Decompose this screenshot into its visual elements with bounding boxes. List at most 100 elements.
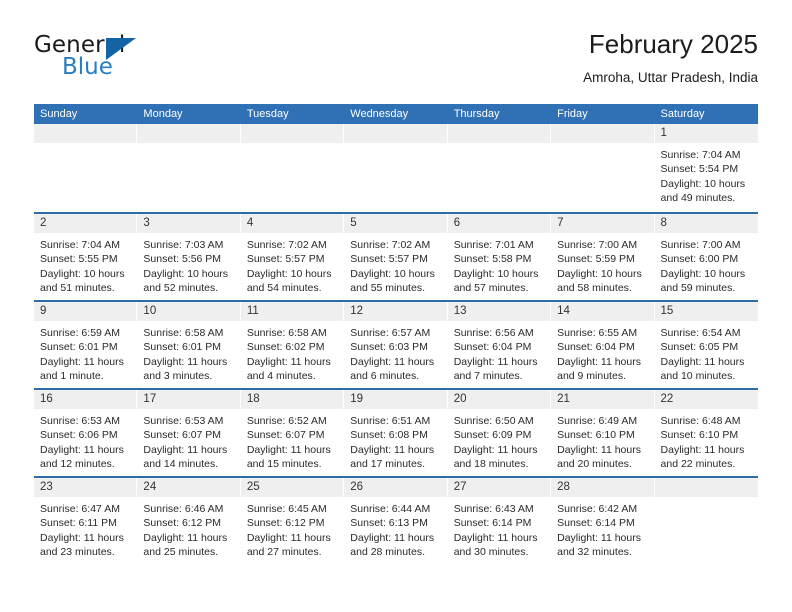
general-blue-logo[interactable]: General Blue <box>34 32 234 88</box>
calendar-day-cell[interactable]: 19 Sunrise: 6:51 AM Sunset: 6:08 PM Dayligh… <box>344 390 448 476</box>
sunrise-text: Sunrise: 6:44 AM <box>350 503 431 515</box>
daylight-text: Daylight: 11 hours and 14 minutes. <box>143 443 228 470</box>
day-number <box>551 124 655 143</box>
calendar-day-cell[interactable]: 18 Sunrise: 6:52 AM Sunset: 6:07 PM Dayligh… <box>240 390 345 476</box>
day-number: 26 <box>344 478 448 497</box>
day-details: Sunrise: 7:02 AM Sunset: 5:57 PM Daylight:… <box>344 233 447 295</box>
day-number: 24 <box>137 478 241 497</box>
daylight-text: Daylight: 11 hours and 3 minutes. <box>143 355 228 382</box>
day-number: 5 <box>344 214 448 233</box>
day-details: Sunrise: 6:47 AM Sunset: 6:11 PM Daylight:… <box>34 497 137 559</box>
day-number: 3 <box>137 214 241 233</box>
calendar-day-cell[interactable]: 25 Sunrise: 6:45 AM Sunset: 6:12 PM Dayligh… <box>240 478 345 564</box>
calendar-day-cell[interactable]: 28 Sunrise: 6:42 AM Sunset: 6:14 PM Dayligh… <box>551 478 655 564</box>
daylight-text: Daylight: 10 hours and 59 minutes. <box>660 267 746 294</box>
day-number: 23 <box>34 478 138 497</box>
sunset-text: Sunset: 6:13 PM <box>350 517 428 530</box>
sunset-text: Sunset: 6:05 PM <box>660 341 739 354</box>
daylight-text: Daylight: 11 hours and 23 minutes. <box>40 531 124 558</box>
daylight-text: Daylight: 10 hours and 57 minutes. <box>453 267 539 294</box>
sunrise-text: Sunrise: 6:53 AM <box>40 415 120 427</box>
day-details: Sunrise: 6:54 AM Sunset: 6:05 PM Daylight:… <box>655 321 758 383</box>
day-number: 19 <box>344 390 448 409</box>
day-details: Sunrise: 6:51 AM Sunset: 6:08 PM Daylight:… <box>344 409 447 471</box>
calendar-day-cell-empty <box>447 124 552 212</box>
day-number: 21 <box>551 390 655 409</box>
calendar-day-cell[interactable]: 17 Sunrise: 6:53 AM Sunset: 6:07 PM Dayligh… <box>137 390 241 476</box>
calendar-day-cell[interactable]: 27 Sunrise: 6:43 AM Sunset: 6:14 PM Dayligh… <box>447 478 552 564</box>
weekday-header-thursday: Thursday <box>453 108 500 120</box>
sunrise-text: Sunrise: 6:48 AM <box>660 415 741 427</box>
sunrise-text: Sunrise: 7:02 AM <box>350 239 431 251</box>
day-number <box>137 124 241 143</box>
sunrise-text: Sunrise: 7:00 AM <box>660 239 741 251</box>
day-details: Sunrise: 6:52 AM Sunset: 6:07 PM Daylight:… <box>241 409 344 471</box>
day-details: Sunrise: 7:01 AM Sunset: 5:58 PM Daylight:… <box>448 233 551 295</box>
sunset-text: Sunset: 5:56 PM <box>143 253 222 266</box>
calendar-weeks: 1 Sunrise: 7:04 AM Sunset: 5:54 PM Daylight… <box>34 124 758 564</box>
calendar-week-row: 1 Sunrise: 7:04 AM Sunset: 5:54 PM Daylight… <box>34 124 758 212</box>
calendar-day-cell[interactable]: 8 Sunrise: 7:00 AM Sunset: 6:00 PM Daylight… <box>654 214 758 300</box>
calendar-day-cell[interactable]: 16 Sunrise: 6:53 AM Sunset: 6:06 PM Dayligh… <box>34 390 138 476</box>
sunrise-text: Sunrise: 6:58 AM <box>246 327 327 339</box>
calendar-day-cell[interactable]: 3 Sunrise: 7:03 AM Sunset: 5:56 PM Daylight… <box>137 214 241 300</box>
calendar-week-row: 9 Sunrise: 6:59 AM Sunset: 6:01 PM Daylight… <box>34 300 758 388</box>
sunset-text: Sunset: 6:08 PM <box>350 429 428 442</box>
weekday-header-tuesday: Tuesday <box>246 108 289 120</box>
daylight-text: Daylight: 11 hours and 12 minutes. <box>40 443 124 470</box>
day-details: Sunrise: 6:45 AM Sunset: 6:12 PM Daylight:… <box>241 497 344 559</box>
day-number: 15 <box>654 302 758 321</box>
day-details: Sunrise: 6:53 AM Sunset: 6:07 PM Daylight:… <box>137 409 240 471</box>
calendar-day-cell[interactable]: 9 Sunrise: 6:59 AM Sunset: 6:01 PM Daylight… <box>34 302 138 388</box>
day-number: 7 <box>551 214 655 233</box>
daylight-text: Daylight: 11 hours and 20 minutes. <box>557 443 641 470</box>
sunset-text: Sunset: 6:04 PM <box>557 341 635 354</box>
calendar-day-cell[interactable]: 21 Sunrise: 6:49 AM Sunset: 6:10 PM Dayligh… <box>551 390 655 476</box>
calendar-day-cell[interactable]: 15 Sunrise: 6:54 AM Sunset: 6:05 PM Dayligh… <box>654 302 758 388</box>
calendar-day-cell[interactable]: 24 Sunrise: 6:46 AM Sunset: 6:12 PM Dayligh… <box>137 478 241 564</box>
calendar-day-cell[interactable]: 11 Sunrise: 6:58 AM Sunset: 6:02 PM Dayligh… <box>240 302 345 388</box>
sunset-text: Sunset: 6:10 PM <box>557 429 635 442</box>
day-number: 25 <box>240 478 345 497</box>
calendar-day-cell-empty <box>240 124 345 212</box>
sunrise-text: Sunrise: 7:02 AM <box>246 239 327 251</box>
day-details: Sunrise: 7:03 AM Sunset: 5:56 PM Daylight:… <box>137 233 240 295</box>
calendar-day-cell[interactable]: 23 Sunrise: 6:47 AM Sunset: 6:11 PM Dayligh… <box>34 478 138 564</box>
sunrise-text: Sunrise: 6:51 AM <box>350 415 431 427</box>
daylight-text: Daylight: 11 hours and 22 minutes. <box>660 443 745 470</box>
calendar-day-cell[interactable]: 26 Sunrise: 6:44 AM Sunset: 6:13 PM Dayligh… <box>344 478 448 564</box>
day-details: Sunrise: 6:50 AM Sunset: 6:09 PM Daylight:… <box>448 409 551 471</box>
calendar-day-cell[interactable]: 20 Sunrise: 6:50 AM Sunset: 6:09 PM Dayligh… <box>447 390 552 476</box>
calendar-day-cell[interactable]: 2 Sunrise: 7:04 AM Sunset: 5:55 PM Daylight… <box>34 214 138 300</box>
calendar-day-cell[interactable]: 13 Sunrise: 6:56 AM Sunset: 6:04 PM Dayligh… <box>447 302 552 388</box>
calendar-day-cell[interactable]: 1 Sunrise: 7:04 AM Sunset: 5:54 PM Daylight… <box>654 124 758 212</box>
sunset-text: Sunset: 5:57 PM <box>350 253 428 266</box>
sunrise-text: Sunrise: 6:56 AM <box>453 327 534 339</box>
calendar-day-cell[interactable]: 14 Sunrise: 6:55 AM Sunset: 6:04 PM Dayligh… <box>551 302 655 388</box>
day-details: Sunrise: 6:46 AM Sunset: 6:12 PM Daylight:… <box>137 497 240 559</box>
day-details: Sunrise: 6:55 AM Sunset: 6:04 PM Daylight:… <box>551 321 654 383</box>
weekday-header-friday: Friday <box>557 108 588 120</box>
sunrise-text: Sunrise: 6:58 AM <box>143 327 224 339</box>
calendar-day-cell[interactable]: 22 Sunrise: 6:48 AM Sunset: 6:10 PM Dayligh… <box>654 390 758 476</box>
calendar-day-cell[interactable]: 6 Sunrise: 7:01 AM Sunset: 5:58 PM Daylight… <box>447 214 552 300</box>
sunrise-text: Sunrise: 6:45 AM <box>246 503 327 515</box>
calendar-day-cell[interactable]: 5 Sunrise: 7:02 AM Sunset: 5:57 PM Daylight… <box>344 214 448 300</box>
daylight-text: Daylight: 11 hours and 9 minutes. <box>557 355 641 382</box>
calendar-day-cell[interactable]: 7 Sunrise: 7:00 AM Sunset: 5:59 PM Daylight… <box>551 214 655 300</box>
day-number: 27 <box>447 478 552 497</box>
daylight-text: Daylight: 11 hours and 25 minutes. <box>143 531 228 558</box>
daylight-text: Daylight: 11 hours and 10 minutes. <box>660 355 745 382</box>
daylight-text: Daylight: 11 hours and 32 minutes. <box>557 531 641 558</box>
sunrise-text: Sunrise: 6:43 AM <box>453 503 534 515</box>
calendar-day-cell[interactable]: 4 Sunrise: 7:02 AM Sunset: 5:57 PM Daylight… <box>240 214 345 300</box>
sunset-text: Sunset: 6:12 PM <box>143 517 222 530</box>
calendar-day-cell[interactable]: 10 Sunrise: 6:58 AM Sunset: 6:01 PM Dayligh… <box>137 302 241 388</box>
day-number: 13 <box>447 302 552 321</box>
sunrise-text: Sunrise: 7:03 AM <box>143 239 224 251</box>
calendar-day-cell[interactable]: 12 Sunrise: 6:57 AM Sunset: 6:03 PM Dayligh… <box>344 302 448 388</box>
weekday-header-sunday: Sunday <box>40 108 78 120</box>
day-number: 1 <box>654 124 758 143</box>
day-details: Sunrise: 6:48 AM Sunset: 6:10 PM Daylight:… <box>655 409 758 471</box>
sunset-text: Sunset: 6:07 PM <box>246 429 325 442</box>
